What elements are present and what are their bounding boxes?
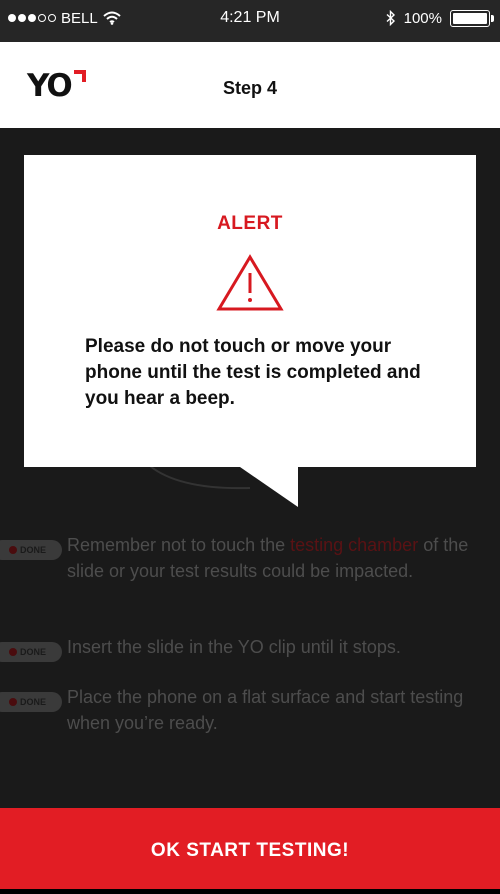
badge-label: DONE [20,697,47,707]
alert-dialog[interactable]: ALERT Please do not touch or move your p… [24,155,476,467]
testing-chamber-link[interactable]: testing chamber [290,535,418,555]
badge-dot [9,648,17,656]
badge-label: DONE [20,647,47,657]
done-badge: DONE [0,642,62,662]
done-badge: DONE [0,692,62,712]
page-title: Step 4 [222,78,278,98]
start-testing-button[interactable]: OK START TESTING! [0,808,500,889]
battery-fill [453,12,487,24]
step-text: Place the phone on a flat surface and st… [67,687,464,733]
step-text: Remember not to touch the testing chambe… [67,532,487,584]
alert-title: ALERT [217,213,283,234]
alert-message: Please do not touch or move your phone u… [85,336,421,409]
done-badge: DONE [0,540,62,560]
battery-icon [450,9,494,27]
battery-percent: 100% [403,9,442,27]
status-right: 100% [386,0,494,36]
battery-tip [491,14,494,22]
step-text-part: Remember not to touch the [67,535,291,555]
warning-triangle-icon [216,254,284,311]
app-header: YO Step 4 [0,42,500,128]
badge-label: DONE [20,545,47,555]
status-bar: BELL 4:21 PM 100% [0,0,500,42]
badge-dot [9,698,17,706]
alert-pointer [240,467,298,507]
bluetooth-icon [386,10,395,26]
step-text: Insert the slide in the YO clip until it… [67,637,401,657]
badge-dot [9,546,17,554]
